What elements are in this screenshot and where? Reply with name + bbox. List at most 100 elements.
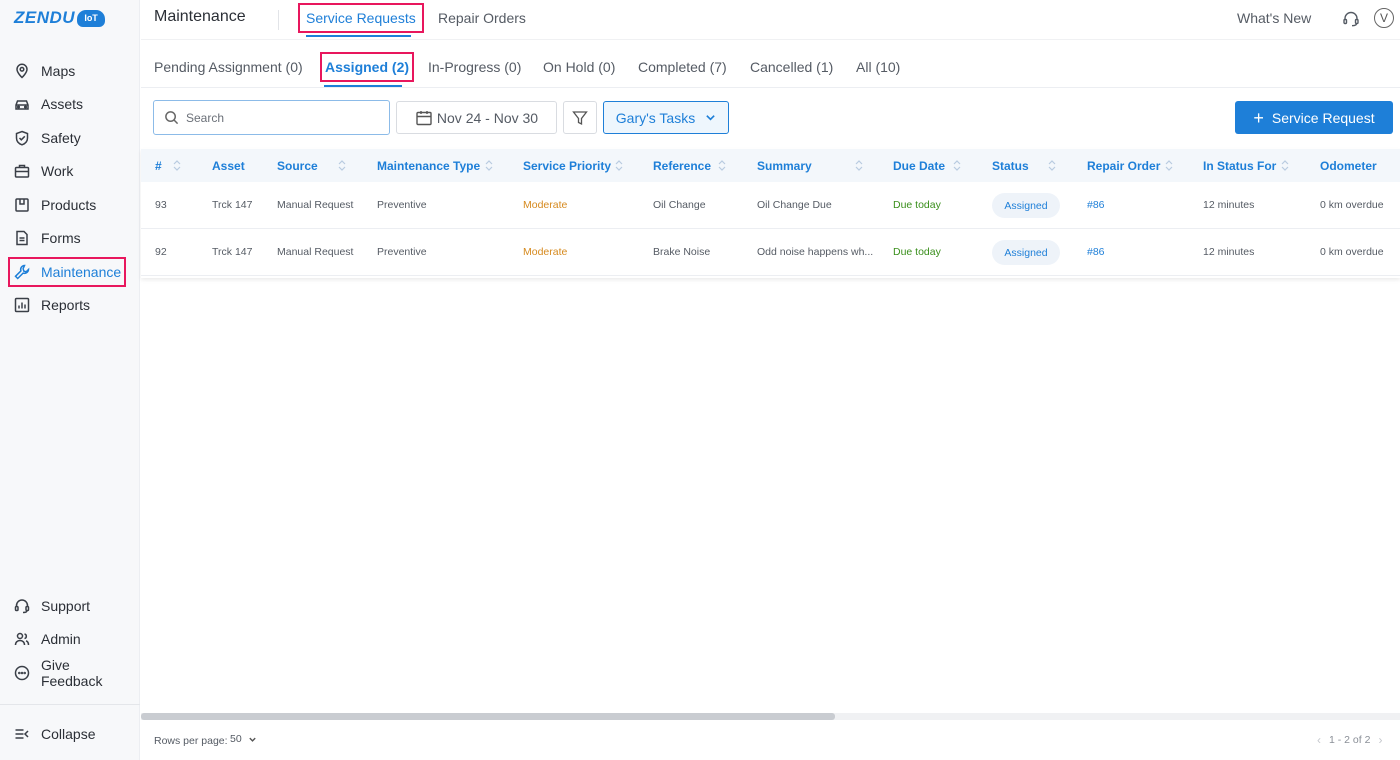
cell-source: Manual Request bbox=[277, 246, 354, 258]
tab-on-hold[interactable]: On Hold (0) bbox=[540, 54, 618, 80]
tab-pending-assignment[interactable]: Pending Assignment (0) bbox=[151, 54, 306, 80]
sidebar-item-give-feedback[interactable]: Give Feedback bbox=[10, 657, 135, 689]
date-range-picker[interactable]: Nov 24 - Nov 30 bbox=[396, 101, 557, 134]
cell-reference: Brake Noise bbox=[653, 246, 711, 258]
sidebar-divider bbox=[0, 704, 140, 705]
cell-reference: Oil Change bbox=[653, 199, 706, 211]
sort-icon[interactable] bbox=[614, 159, 624, 172]
support-headset-icon[interactable] bbox=[1341, 9, 1361, 29]
sort-icon[interactable] bbox=[854, 159, 864, 172]
sidebar-item-reports[interactable]: Reports bbox=[10, 292, 124, 318]
active-status-indicator bbox=[324, 85, 402, 87]
cell-maintenance-type: Preventive bbox=[377, 246, 427, 258]
car-icon bbox=[13, 95, 31, 113]
column-header-asset[interactable]: Asset bbox=[212, 149, 245, 182]
cell-due-date: Due today bbox=[893, 246, 941, 258]
sidebar-item-safety[interactable]: Safety bbox=[10, 125, 124, 151]
page-title: Maintenance bbox=[154, 8, 246, 25]
sort-icon[interactable] bbox=[484, 159, 494, 172]
sidebar-item-label: Admin bbox=[41, 631, 81, 647]
sort-icon[interactable] bbox=[1047, 159, 1057, 172]
document-icon bbox=[13, 229, 31, 247]
sort-icon[interactable] bbox=[952, 159, 962, 172]
cell-asset: Trck 147 bbox=[212, 246, 253, 258]
tab-in-progress[interactable]: In-Progress (0) bbox=[425, 54, 524, 80]
column-header-maintenance-type[interactable]: Maintenance Type bbox=[377, 149, 480, 182]
column-header-reference[interactable]: Reference bbox=[653, 149, 711, 182]
sort-icon[interactable] bbox=[1164, 159, 1174, 172]
sidebar-item-admin[interactable]: Admin bbox=[10, 626, 124, 652]
sidebar-item-forms[interactable]: Forms bbox=[10, 225, 124, 251]
filter-icon bbox=[572, 110, 588, 125]
sort-icon[interactable] bbox=[172, 159, 182, 172]
bar-chart-icon bbox=[13, 296, 31, 314]
sort-icon[interactable] bbox=[1280, 159, 1290, 172]
horizontal-scrollbar-thumb[interactable] bbox=[141, 713, 835, 720]
shield-icon bbox=[13, 129, 31, 147]
logo-badge: IoT bbox=[77, 9, 106, 27]
sort-icon[interactable] bbox=[337, 159, 347, 172]
sidebar-item-products[interactable]: Products bbox=[10, 192, 124, 218]
sidebar-item-label: Safety bbox=[41, 130, 81, 146]
whats-new-link[interactable]: What's New bbox=[1237, 10, 1311, 26]
previous-page-icon[interactable]: ‹ bbox=[1317, 733, 1321, 747]
search-field[interactable] bbox=[153, 100, 390, 135]
sidebar-item-maintenance[interactable]: Maintenance bbox=[8, 257, 126, 287]
sidebar-item-label: Reports bbox=[41, 297, 91, 313]
sidebar-item-label: Maintenance bbox=[41, 264, 122, 280]
sort-icon[interactable] bbox=[717, 159, 727, 172]
column-header-summary[interactable]: Summary bbox=[757, 149, 812, 182]
sidebar-item-assets[interactable]: Assets bbox=[10, 91, 124, 117]
sidebar-item-label: Forms bbox=[41, 230, 81, 246]
repair-order-link[interactable]: #86 bbox=[1087, 182, 1105, 228]
cell-asset: Trck 147 bbox=[212, 199, 253, 211]
page-range: 1 - 2 of 2 bbox=[1329, 734, 1371, 746]
tab-all[interactable]: All (10) bbox=[853, 54, 903, 80]
table-row[interactable]: 93 Trck 147 Manual Request Preventive Mo… bbox=[141, 182, 1400, 229]
top-bar: Maintenance Service Requests Repair Orde… bbox=[141, 0, 1400, 40]
collapse-button[interactable]: Collapse bbox=[10, 721, 124, 747]
tab-service-requests[interactable]: Service Requests bbox=[298, 3, 424, 33]
search-input[interactable] bbox=[186, 110, 376, 125]
tab-repair-orders[interactable]: Repair Orders bbox=[432, 5, 532, 31]
pagination: ‹ 1 - 2 of 2 › bbox=[1317, 733, 1382, 747]
tab-cancelled[interactable]: Cancelled (1) bbox=[747, 54, 836, 80]
sidebar-item-work[interactable]: Work bbox=[10, 158, 124, 184]
tasks-filter-label: Gary's Tasks bbox=[615, 109, 696, 126]
user-avatar[interactable]: V bbox=[1374, 8, 1394, 28]
rows-per-page-select[interactable]: 50 bbox=[230, 733, 257, 745]
table-header: # Asset Source Maintenance Type Service … bbox=[141, 149, 1400, 182]
cell-odometer: 0 km overdue bbox=[1320, 246, 1384, 258]
column-header-in-status-for[interactable]: In Status For bbox=[1203, 149, 1276, 182]
headset-icon bbox=[13, 597, 31, 615]
add-service-request-button[interactable]: + Service Request bbox=[1235, 101, 1393, 134]
column-header-source[interactable]: Source bbox=[277, 149, 318, 182]
location-pin-icon bbox=[13, 62, 31, 80]
status-badge: Assigned bbox=[992, 240, 1060, 265]
wrench-icon bbox=[13, 263, 31, 281]
table-row[interactable]: 92 Trck 147 Manual Request Preventive Mo… bbox=[141, 229, 1400, 276]
sidebar-item-support[interactable]: Support bbox=[10, 593, 124, 619]
cell-in-status-for: 12 minutes bbox=[1203, 199, 1255, 211]
column-header-due-date[interactable]: Due Date bbox=[893, 149, 945, 182]
cell-id: 92 bbox=[155, 246, 167, 258]
cell-summary: Oil Change Due bbox=[757, 199, 832, 211]
column-header-number[interactable]: # bbox=[155, 149, 162, 182]
tasks-filter-dropdown[interactable]: Gary's Tasks bbox=[603, 101, 729, 134]
repair-order-link[interactable]: #86 bbox=[1087, 229, 1105, 275]
cell-priority: Moderate bbox=[523, 246, 568, 258]
cell-odometer: 0 km overdue bbox=[1320, 199, 1384, 211]
tab-assigned[interactable]: Assigned (2) bbox=[319, 52, 415, 82]
zendu-logo[interactable]: ZENDU IoT bbox=[14, 8, 106, 28]
sidebar-item-maps[interactable]: Maps bbox=[10, 58, 124, 84]
filter-button[interactable] bbox=[563, 101, 597, 134]
tab-completed[interactable]: Completed (7) bbox=[635, 54, 730, 80]
box-icon bbox=[13, 196, 31, 214]
column-header-repair-order[interactable]: Repair Order bbox=[1087, 149, 1160, 182]
next-page-icon[interactable]: › bbox=[1378, 733, 1382, 747]
cell-priority: Moderate bbox=[523, 199, 568, 211]
column-header-status[interactable]: Status bbox=[992, 149, 1029, 182]
column-header-service-priority[interactable]: Service Priority bbox=[523, 149, 611, 182]
column-header-odometer[interactable]: Odometer bbox=[1320, 149, 1377, 182]
cell-id: 93 bbox=[155, 199, 167, 211]
